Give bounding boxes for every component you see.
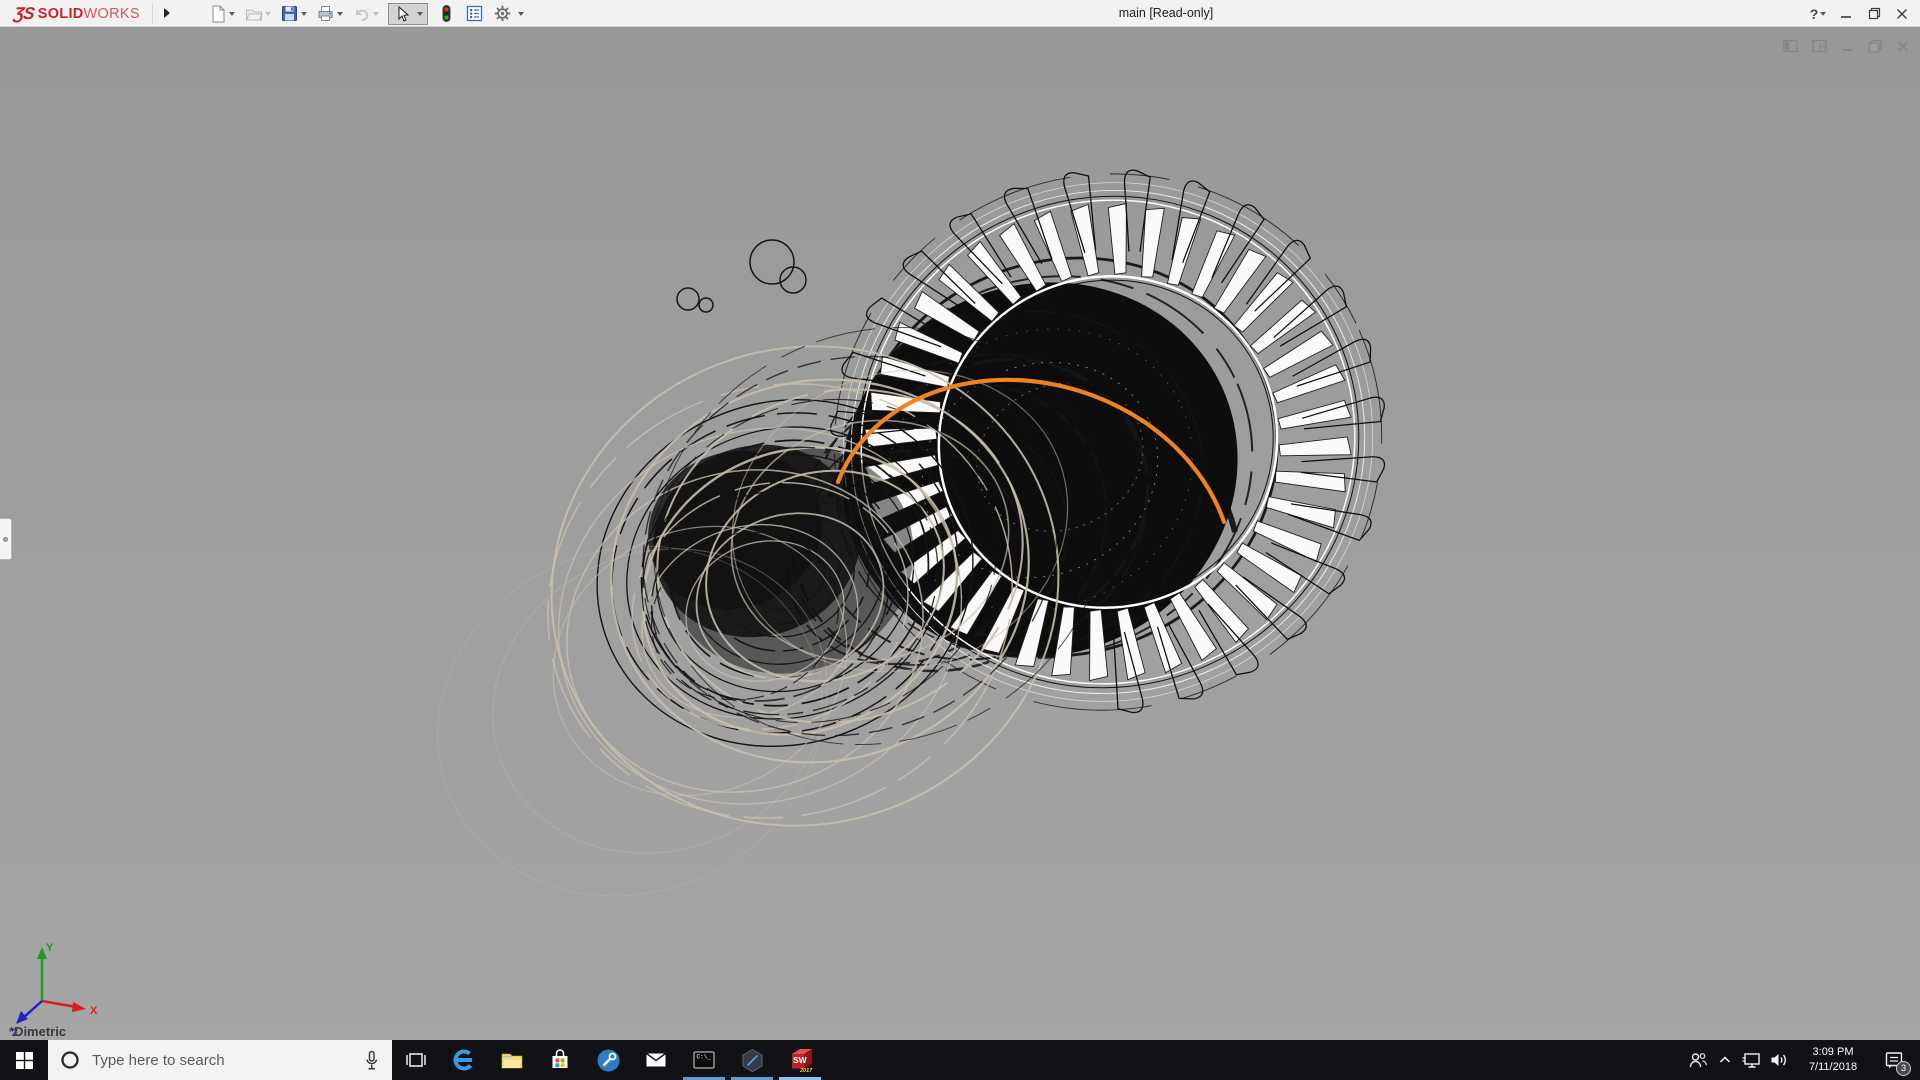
undo-icon (356, 9, 369, 21)
cortana-icon (61, 1051, 79, 1069)
triad-y-label: Y (46, 942, 54, 954)
start-button[interactable] (0, 1040, 48, 1080)
edge-icon (453, 1049, 475, 1071)
document-window-controls (1783, 39, 1910, 54)
solidworks-logo-mark: ƷS (12, 3, 36, 23)
taskbar-mail-button[interactable] (632, 1040, 680, 1080)
cmd-label: C:\_ (697, 1054, 712, 1061)
traffic-light-icon (442, 5, 451, 22)
save-icon (282, 6, 297, 21)
network-icon (1742, 1053, 1760, 1068)
pane-left-icon[interactable] (1783, 39, 1799, 54)
open-button[interactable] (244, 4, 271, 23)
dropdown-caret[interactable] (337, 11, 343, 16)
help-button[interactable]: ? (1804, 0, 1832, 27)
engine-wireframe-model[interactable] (0, 27, 1920, 1040)
taskbar-command-prompt-button[interactable]: C:\_ (680, 1040, 728, 1080)
logo-solid-text: SOLID (37, 5, 84, 22)
close-icon (1897, 8, 1907, 19)
open-icon (245, 9, 263, 21)
feature-manager-collapsed-tab[interactable] (0, 518, 12, 560)
network-tray-button[interactable] (1738, 1040, 1765, 1080)
save-button[interactable] (280, 4, 307, 23)
gear-icon (494, 5, 511, 22)
pane-right-icon[interactable] (1812, 39, 1828, 54)
people-tray-button[interactable] (1684, 1040, 1711, 1080)
file-properties-button[interactable] (465, 4, 484, 23)
new-document-button[interactable] (208, 4, 235, 23)
clock-date: 7/11/2018 (1808, 1061, 1858, 1073)
file-explorer-icon (501, 1053, 523, 1069)
task-view-button[interactable] (392, 1040, 440, 1080)
mail-icon (646, 1052, 666, 1067)
solidworks-2017-icon: SW 2017 (792, 1049, 813, 1074)
view-orientation-label: *Dimetric (9, 1024, 67, 1039)
task-view-icon (406, 1053, 426, 1067)
doc-close-icon[interactable] (1896, 39, 1910, 54)
rebuild-button[interactable] (437, 4, 456, 23)
windows-taskbar: C:\_ SW 2017 (0, 1040, 1920, 1080)
doc-restore-icon[interactable] (1868, 39, 1883, 54)
file-properties-icon (466, 5, 483, 22)
wrench-circle-icon (597, 1049, 619, 1071)
windows-logo-icon (15, 1051, 33, 1069)
select-cursor-icon (398, 5, 410, 22)
restore-icon (1868, 7, 1880, 20)
people-icon (1689, 1053, 1707, 1068)
action-center-button[interactable]: 3 (1874, 1040, 1914, 1080)
menu-expand-button[interactable] (160, 6, 174, 20)
chevron-up-icon (1719, 1056, 1730, 1063)
command-prompt-icon: C:\_ (693, 1051, 715, 1069)
document-title: main [Read-only] (1118, 6, 1214, 20)
undo-button (352, 4, 379, 23)
taskbar-store-button[interactable] (536, 1040, 584, 1080)
notification-badge: 3 (1896, 1061, 1911, 1076)
minimize-icon (1841, 15, 1851, 18)
new-document-icon (212, 5, 225, 23)
detail-circles (676, 239, 807, 313)
sw-label: SW (793, 1055, 808, 1065)
splitter-handle-dot (3, 537, 8, 542)
triad-x-label: X (90, 1005, 98, 1017)
toolbar-separator (152, 3, 153, 24)
help-label: ? (1809, 5, 1819, 22)
dropdown-caret (265, 11, 271, 16)
volume-tray-button[interactable] (1765, 1040, 1792, 1080)
speaker-icon (1771, 1054, 1786, 1066)
select-tool-button[interactable] (388, 2, 428, 25)
taskbar-file-explorer-button[interactable] (488, 1040, 536, 1080)
hexagon-app-icon (742, 1048, 762, 1072)
microphone-icon[interactable] (359, 1048, 384, 1073)
options-button[interactable] (493, 4, 524, 23)
taskbar-search[interactable] (48, 1040, 392, 1080)
clock-time: 3:09 PM (1812, 1046, 1854, 1059)
taskbar-hexagon-app-button[interactable] (728, 1040, 776, 1080)
taskbar-clock[interactable]: 3:09 PM 7/11/2018 (1792, 1045, 1874, 1075)
title-bar: ƷS SOLID WORKS main [Read-only] ? (0, 0, 1920, 27)
graphics-viewport[interactable]: Y X Z *Dimetric (0, 27, 1920, 1040)
search-input[interactable] (92, 1051, 359, 1069)
minimize-button[interactable] (1832, 0, 1860, 27)
solidworks-logo: ƷS SOLID WORKS (12, 0, 140, 27)
print-icon (318, 6, 333, 21)
dropdown-caret[interactable] (518, 11, 524, 16)
close-button[interactable] (1888, 0, 1916, 27)
dropdown-caret[interactable] (417, 11, 423, 16)
logo-works-text: WORKS (83, 5, 140, 22)
taskbar-solidworks-button[interactable]: SW 2017 (776, 1040, 824, 1080)
dropdown-caret[interactable] (229, 11, 235, 16)
dropdown-caret[interactable] (301, 11, 307, 16)
microsoft-store-icon (552, 1049, 568, 1068)
sw-year: 2017 (799, 1068, 813, 1074)
tray-overflow-button[interactable] (1711, 1040, 1738, 1080)
restore-button[interactable] (1860, 0, 1888, 27)
taskbar-settings-tool-button[interactable] (584, 1040, 632, 1080)
dropdown-caret[interactable] (1820, 11, 1827, 16)
doc-minimize-icon[interactable] (1841, 39, 1855, 54)
right-triangle-icon (164, 8, 170, 18)
taskbar-edge-button[interactable] (440, 1040, 488, 1080)
dropdown-caret (373, 11, 379, 16)
print-button[interactable] (316, 4, 343, 23)
